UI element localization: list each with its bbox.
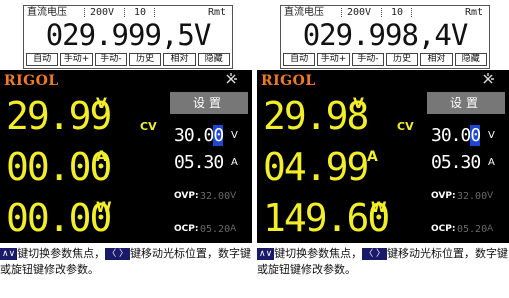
ovp-label: OVP: [174, 191, 199, 201]
set-current-field[interactable]: 05.30 [431, 153, 481, 173]
help-text-part1: 键切换参数焦点， [274, 247, 363, 260]
softkey-manual-plus[interactable]: 手动+ [317, 53, 350, 66]
set-voltage-unit: V [231, 130, 238, 141]
softkey-history[interactable]: 历史 [385, 53, 419, 66]
up-down-keys-icon: ∧∨ [257, 248, 275, 260]
power-unit: W [371, 200, 387, 216]
softkey-manual-plus[interactable]: 手动+ [60, 53, 93, 66]
output-voltage: 29.99 [6, 94, 112, 138]
softkey-manual-minus[interactable]: 手动- [351, 53, 384, 66]
left-right-keys-icon: 〈 〉 [362, 248, 388, 260]
power-unit: W [96, 200, 112, 216]
ovp-value[interactable]: 32.00 [457, 191, 487, 202]
edit-cursor: 0 [213, 125, 224, 146]
dmm-separator [381, 8, 383, 17]
output-power: 00.00 [6, 196, 112, 240]
ovp-unit: V [230, 191, 237, 201]
settings-panel: 设置 30.00 V 05.30 A OVP: 32.00 V OCP: 05.… [170, 92, 248, 243]
dmm-reading: 029.998,4V [302, 18, 469, 52]
set-current-unit: A [488, 157, 495, 168]
voltage-unit: V [353, 96, 364, 112]
dmm-separator [341, 8, 343, 17]
rigol-logo: RIGOL [4, 73, 59, 89]
softkey-relative[interactable]: 相对 [420, 53, 453, 66]
ocp-unit: A [230, 224, 237, 234]
multimeter-display: 直流电压 200V 10 Rmt 029.998,4V 自动 手动+ 手动- 历… [280, 5, 490, 69]
set-voltage-digits: 30.0 [174, 125, 214, 146]
set-current-field[interactable]: 05.30 [174, 153, 224, 173]
help-text: ∧∨ 键切换参数焦点，〈 〉键移动光标位置，数字键或旋钮键修改参数。 [0, 243, 252, 296]
left-panel: 直流电压 200V 10 Rmt 029.999,5V 自动 手动+ 手动- 历… [0, 0, 252, 298]
power-supply-screen: RIGOL 29.99 V CV 00.00 A 00.00 W 设置 30.0… [0, 70, 252, 243]
dmm-separator [411, 8, 413, 17]
remote-lock-icon [483, 73, 494, 84]
softkey-manual-minus[interactable]: 手动- [94, 53, 127, 66]
cv-mode-indicator: CV [140, 120, 157, 133]
ovp-label: OVP: [431, 191, 456, 201]
dmm-softkeys: 自动 手动+ 手动- 历史 相对 隐藏 [283, 53, 487, 66]
voltage-unit: V [96, 96, 107, 112]
dmm-softkeys: 自动 手动+ 手动- 历史 相对 隐藏 [26, 53, 230, 66]
left-right-keys-icon: 〈 〉 [105, 248, 131, 260]
softkey-auto[interactable]: 自动 [283, 53, 316, 66]
softkey-history[interactable]: 历史 [128, 53, 162, 66]
output-current: 04.99 [263, 145, 369, 189]
dmm-separator [124, 8, 126, 17]
edit-cursor: 0 [470, 125, 481, 146]
output-current: 00.00 [6, 145, 112, 189]
softkey-hide[interactable]: 隐藏 [197, 53, 230, 66]
ocp-unit: A [487, 224, 494, 234]
settings-panel: 设置 30.00 V 05.30 A OVP: 32.00 V OCP: 05.… [427, 92, 505, 243]
set-voltage-field[interactable]: 30.00 [431, 125, 481, 146]
help-text-part1: 键切换参数焦点， [17, 247, 106, 260]
set-voltage-field[interactable]: 30.00 [174, 125, 224, 146]
up-down-keys-icon: ∧∨ [0, 248, 18, 260]
output-readings: 29.98 V CV 04.99 A 149.60 W [257, 90, 425, 243]
current-unit: A [96, 149, 107, 165]
ocp-label: OCP: [174, 224, 199, 234]
current-unit: A [367, 149, 378, 165]
softkey-hide[interactable]: 隐藏 [454, 53, 487, 66]
dmm-separator [84, 8, 86, 17]
ovp-value[interactable]: 32.00 [200, 191, 230, 202]
dmm-reading: 029.999,5V [45, 18, 212, 52]
ocp-label: OCP: [431, 224, 456, 234]
dmm-separator [154, 8, 156, 17]
output-power: 149.60 [263, 196, 390, 240]
ocp-value[interactable]: 05.20 [457, 224, 487, 235]
help-text: ∧∨ 键切换参数焦点，〈 〉键移动光标位置，数字键或旋钮键修改参数。 [257, 243, 509, 296]
set-voltage-digits: 30.0 [431, 125, 471, 146]
set-current-unit: A [231, 157, 238, 168]
output-readings: 29.99 V CV 00.00 A 00.00 W [0, 90, 168, 243]
cv-mode-indicator: CV [397, 120, 414, 133]
softkey-relative[interactable]: 相对 [163, 53, 196, 66]
output-voltage: 29.98 [263, 94, 369, 138]
settings-title: 设置 [170, 92, 248, 114]
settings-title: 设置 [427, 92, 505, 114]
ovp-unit: V [487, 191, 494, 201]
softkey-auto[interactable]: 自动 [26, 53, 59, 66]
rigol-logo: RIGOL [261, 73, 316, 89]
set-voltage-unit: V [488, 130, 495, 141]
ocp-value[interactable]: 05.20 [200, 224, 230, 235]
remote-lock-icon [226, 73, 237, 84]
right-panel: 直流电压 200V 10 Rmt 029.998,4V 自动 手动+ 手动- 历… [257, 0, 509, 298]
multimeter-display: 直流电压 200V 10 Rmt 029.999,5V 自动 手动+ 手动- 历… [23, 5, 233, 69]
power-supply-screen: RIGOL 29.98 V CV 04.99 A 149.60 W 设置 30.… [257, 70, 509, 243]
